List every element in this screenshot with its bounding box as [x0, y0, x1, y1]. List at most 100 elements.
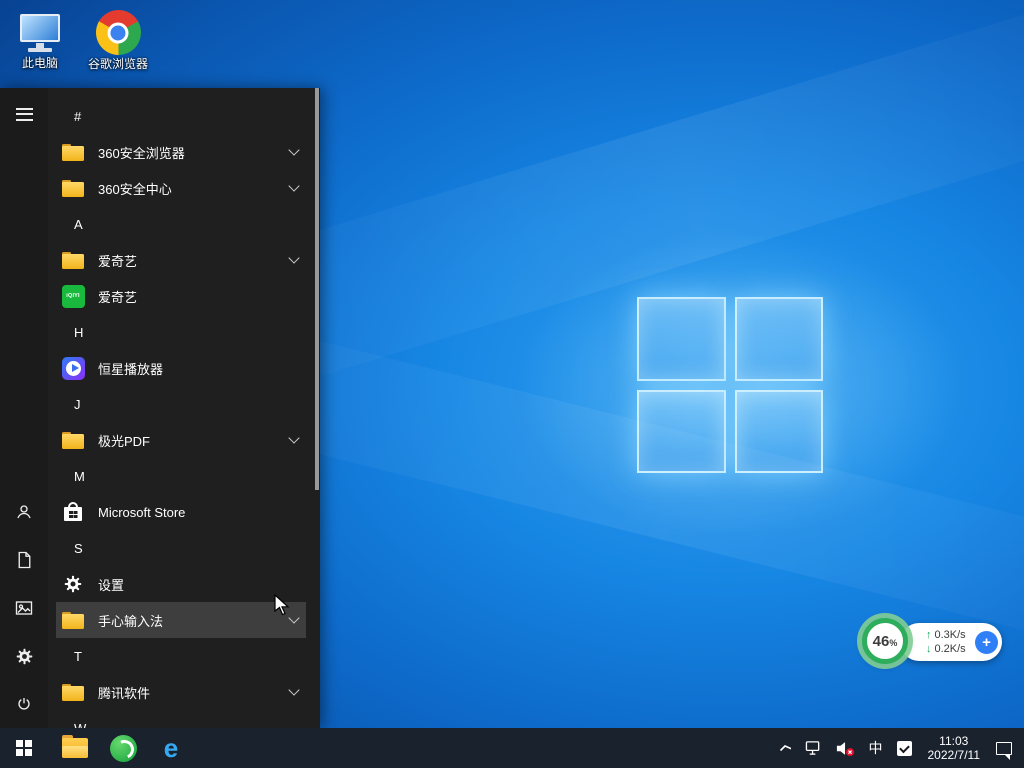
section-letter: # — [74, 109, 81, 124]
desktop-icon-label: 此电脑 — [4, 57, 76, 70]
wallpaper-logo-pane — [735, 297, 824, 381]
app-list-section[interactable]: # — [56, 98, 306, 134]
desktop-screen: 此电脑 谷歌浏览器 — [0, 0, 1024, 768]
edge-e-icon: e — [164, 735, 178, 761]
section-letter: T — [74, 649, 82, 664]
settings-gear-icon — [60, 571, 86, 597]
windows-logo-wallpaper — [637, 297, 823, 473]
upload-arrow-icon: ↑ — [926, 629, 932, 642]
start-button[interactable] — [0, 728, 48, 768]
folder-icon — [60, 679, 86, 705]
system-tray: 中 11:03 2022/7/11 — [772, 728, 1024, 768]
app-list-folder-shouxin-ime[interactable]: 手心输入法 — [56, 602, 306, 638]
chevron-down-icon[interactable] — [288, 252, 299, 263]
section-letter: J — [74, 397, 81, 412]
taskbar: e 中 — [0, 728, 1024, 768]
add-button[interactable]: + — [975, 631, 998, 654]
windows-logo-icon — [16, 740, 32, 756]
section-letter: A — [74, 217, 83, 232]
app-list-section[interactable]: W — [56, 710, 306, 728]
star-player-icon — [60, 355, 86, 381]
document-icon — [17, 551, 32, 569]
pictures-button[interactable] — [0, 584, 48, 632]
user-icon — [15, 503, 33, 521]
clock-date: 2022/7/11 — [928, 748, 981, 762]
file-explorer-button[interactable] — [51, 728, 99, 768]
chevron-up-icon — [779, 744, 791, 752]
app-list-folder-tencent[interactable]: 腾讯软件 — [56, 674, 306, 710]
chrome-icon — [96, 10, 141, 55]
power-icon — [16, 696, 32, 712]
app-list-item-star-player[interactable]: 恒星播放器 — [56, 350, 306, 386]
app-list-item-iqiyi[interactable]: iQIYI 爱奇艺 — [56, 278, 306, 314]
security-tray-button[interactable] — [890, 728, 919, 768]
desktop-icon-this-pc[interactable]: 此电脑 — [4, 10, 76, 70]
ime-label: 中 — [869, 738, 883, 758]
checkmark-icon — [897, 741, 912, 756]
app-list-folder-jiguang-pdf[interactable]: 极光PDF — [56, 422, 306, 458]
desktop-icon-chrome[interactable]: 谷歌浏览器 — [82, 10, 154, 71]
microsoft-store-icon — [60, 499, 86, 525]
section-letter: M — [74, 469, 85, 484]
app-list-folder-360-browser[interactable]: 360安全浏览器 — [56, 134, 306, 170]
folder-icon — [60, 247, 86, 273]
taskbar-clock[interactable]: 11:03 2022/7/11 — [919, 728, 990, 768]
green-browser-icon — [110, 735, 137, 762]
app-list-section[interactable]: T — [56, 638, 306, 674]
expand-menu-button[interactable] — [0, 90, 48, 138]
download-speed: 0.2K/s — [935, 643, 966, 656]
volume-muted-icon — [836, 740, 855, 757]
folder-icon — [60, 607, 86, 633]
scrollbar-thumb[interactable] — [315, 88, 319, 490]
settings-button[interactable] — [0, 632, 48, 680]
tray-expand-button[interactable] — [772, 728, 798, 768]
edge-browser-button[interactable]: e — [147, 728, 195, 768]
clock-time: 11:03 — [928, 734, 981, 748]
volume-tray-button[interactable] — [829, 728, 862, 768]
app-list-item-settings[interactable]: 设置 — [56, 566, 306, 602]
mouse-cursor — [272, 594, 292, 616]
upload-speed: 0.3K/s — [935, 629, 966, 642]
memory-percent: 46 — [873, 633, 890, 650]
power-button[interactable] — [0, 680, 48, 728]
notification-icon — [996, 742, 1012, 755]
iqiyi-icon: iQIYI — [60, 283, 86, 309]
app-list-section[interactable]: J — [56, 386, 306, 422]
download-arrow-icon: ↓ — [926, 643, 932, 656]
app-list-item-microsoft-store[interactable]: Microsoft Store — [56, 494, 306, 530]
hamburger-icon — [16, 104, 33, 124]
app-list-section[interactable]: A — [56, 206, 306, 242]
documents-button[interactable] — [0, 536, 48, 584]
wallpaper-logo-pane — [637, 390, 726, 474]
network-tray-button[interactable] — [798, 728, 829, 768]
section-letter: S — [74, 541, 83, 556]
wallpaper-logo-pane — [735, 390, 824, 474]
ime-indicator[interactable]: 中 — [862, 728, 890, 768]
percent-sign: % — [889, 638, 897, 648]
folder-icon — [60, 427, 86, 453]
pictures-icon — [15, 600, 33, 616]
notification-center-button[interactable] — [989, 728, 1024, 768]
folder-explorer-icon — [62, 738, 88, 758]
start-menu: # 360安全浏览器 360安全中心 A 爱奇艺 — [0, 88, 320, 728]
desktop-icon-label: 谷歌浏览器 — [82, 58, 154, 71]
app-list-section[interactable]: H — [56, 314, 306, 350]
memory-usage-ball[interactable]: 46 % — [862, 618, 908, 664]
start-menu-rail — [0, 88, 48, 728]
chevron-down-icon[interactable] — [288, 180, 299, 191]
gear-icon — [16, 648, 33, 665]
folder-icon — [60, 139, 86, 165]
chevron-down-icon[interactable] — [288, 684, 299, 695]
app-list-section[interactable]: M — [56, 458, 306, 494]
this-pc-icon — [17, 10, 63, 54]
app-list-section[interactable]: S — [56, 530, 306, 566]
float-ball-widget: ↑ 0.3K/s ↓ 0.2K/s + 46 % — [856, 612, 1006, 674]
chevron-down-icon[interactable] — [288, 144, 299, 155]
360-speed-browser-button[interactable] — [99, 728, 147, 768]
folder-icon — [60, 175, 86, 201]
app-list-folder-360-center[interactable]: 360安全中心 — [56, 170, 306, 206]
wallpaper-logo-pane — [637, 297, 726, 381]
app-list-folder-iqiyi[interactable]: 爱奇艺 — [56, 242, 306, 278]
user-account-button[interactable] — [0, 488, 48, 536]
chevron-down-icon[interactable] — [288, 432, 299, 443]
